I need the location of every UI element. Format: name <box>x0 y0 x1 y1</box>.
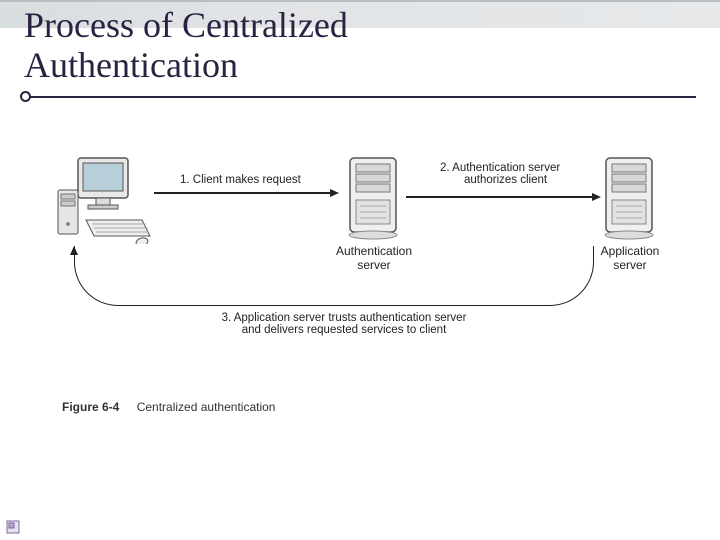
step-3-label-l2: and delivers requested services to clien… <box>242 324 447 336</box>
step-2-label-l1: 2. Authentication server <box>440 162 560 174</box>
corner-mark-icon <box>6 520 20 534</box>
title-line-2: Authentication <box>24 45 238 85</box>
app-server-label: Application server <box>580 244 680 272</box>
arrow-step-2 <box>406 196 594 198</box>
arrow-step-3-head <box>70 242 78 255</box>
title-underline-bullet <box>20 91 31 102</box>
title-underline <box>24 96 696 98</box>
step-2-label-l2: authorizes client <box>440 174 547 186</box>
figure-caption-text: Centralized authentication <box>137 400 276 414</box>
auth-server-icon <box>344 154 402 240</box>
arrow-step-1 <box>154 192 332 194</box>
step-1-label: 1. Client makes request <box>180 174 301 186</box>
app-server-label-l1: Application <box>601 244 660 258</box>
client-computer-icon <box>56 156 152 244</box>
figure-caption: Figure 6-4 Centralized authentication <box>62 400 275 414</box>
arrow-step-1-head <box>330 189 339 197</box>
step-2-label: 2. Authentication server authorizes clie… <box>440 162 560 186</box>
app-server-icon <box>600 154 658 240</box>
step-3-label-l1: 3. Application server trusts authenticat… <box>222 312 467 324</box>
app-server-label-l2: server <box>613 258 646 272</box>
figure-number: Figure 6-4 <box>62 400 119 414</box>
auth-diagram: 1. Client makes request Authentication s… <box>62 168 658 398</box>
title-line-1: Process of Centralized <box>24 5 348 45</box>
slide-title: Process of Centralized Authentication <box>24 6 348 85</box>
step-3-label: 3. Application server trusts authenticat… <box>184 312 504 336</box>
arrow-step-3-path <box>74 246 594 306</box>
